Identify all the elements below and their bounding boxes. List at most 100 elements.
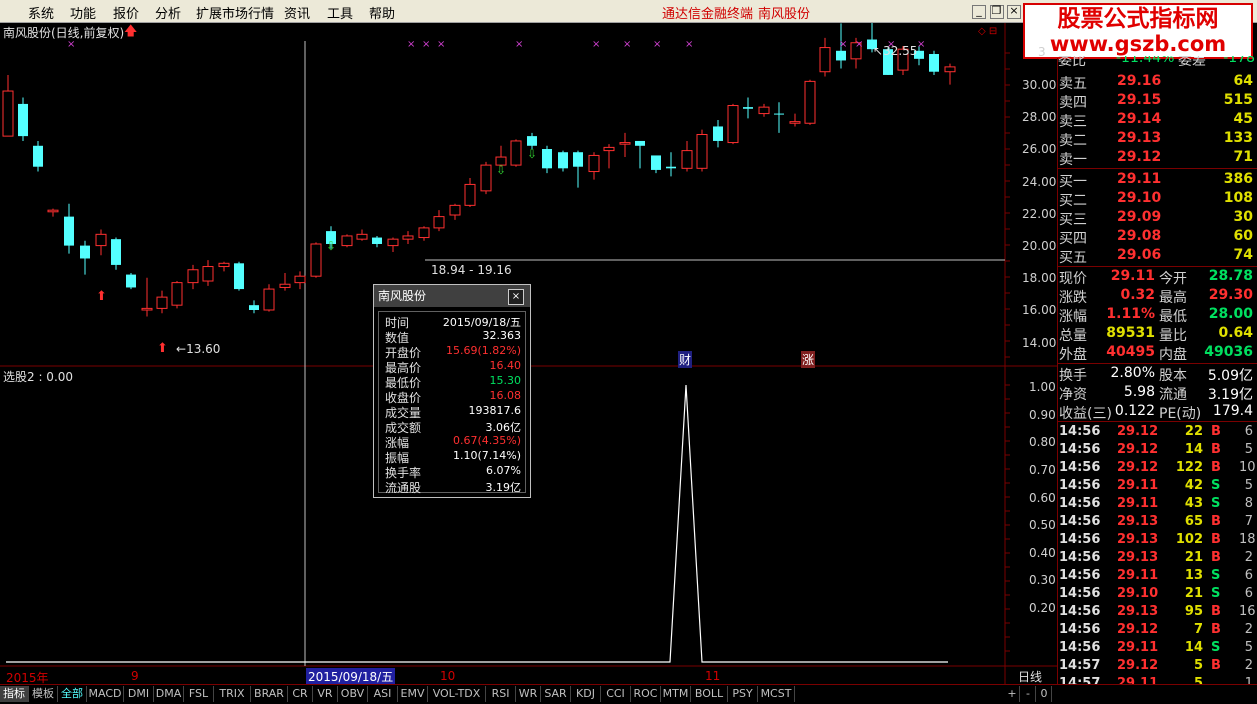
menu-quote[interactable]: 报价: [113, 3, 139, 22]
popup-row: 流通股 3.19亿: [383, 479, 521, 496]
tick-time: 14:56: [1059, 460, 1101, 475]
data-popup[interactable]: 南风股份 × 时间 2015/09/18/五 数值 32.363 开盘价 15.69(1.…: [373, 284, 531, 498]
tab-asi[interactable]: ASI: [368, 686, 398, 702]
low-price-label: ←13.60: [176, 342, 221, 356]
candle: [635, 140, 645, 146]
tick-row: 14:56 29.12 22 B 6: [1059, 424, 1255, 442]
bid-volume: 108: [1223, 190, 1253, 206]
price-tick: 28.00: [1022, 110, 1057, 124]
candle: [619, 142, 631, 145]
price-tick: 22.00: [1022, 207, 1057, 221]
tab-vr[interactable]: VR: [313, 686, 338, 702]
restore-icon[interactable]: ❐: [989, 5, 1004, 19]
signal-x-icon: ×: [437, 39, 445, 50]
popup-value: 3.19亿: [485, 481, 522, 494]
tab-control-0[interactable]: +: [1005, 686, 1020, 702]
tab-kdj[interactable]: KDJ: [571, 686, 601, 702]
tab-emv[interactable]: EMV: [398, 686, 428, 702]
menu-help[interactable]: 帮助: [369, 3, 395, 22]
menu-function[interactable]: 功能: [70, 3, 96, 22]
close-icon[interactable]: ×: [508, 289, 524, 305]
ind-tick: 0.20: [1029, 601, 1056, 615]
tab-macd[interactable]: MACD: [87, 686, 124, 702]
menu-news[interactable]: 资讯: [284, 3, 310, 22]
menu-tools[interactable]: 工具: [327, 3, 353, 22]
candle: [727, 105, 739, 144]
tab-指标[interactable]: 指标: [0, 686, 29, 702]
tab-rsi[interactable]: RSI: [486, 686, 516, 702]
fundamental-row: 换手 2.80% 股本 5.09亿: [1059, 365, 1255, 384]
stat-row: 总量 89531 量比 0.64: [1059, 325, 1255, 344]
tab-wr[interactable]: WR: [516, 686, 541, 702]
stat-row: 现价 29.11 今开 28.78: [1059, 268, 1255, 287]
tab-trix[interactable]: TRIX: [214, 686, 251, 702]
tab-mtm[interactable]: MTM: [661, 686, 691, 702]
marker-zhang[interactable]: 涨: [801, 351, 816, 368]
tab-psy[interactable]: PSY: [728, 686, 758, 702]
tick-time: 14:56: [1059, 442, 1101, 457]
menu-extended-market[interactable]: 扩展市场行情: [196, 3, 274, 22]
ask-label: 卖五: [1059, 76, 1087, 92]
fund-value: 5.98: [1123, 384, 1155, 400]
signal-x-icon: ×: [407, 39, 415, 50]
minimize-icon[interactable]: _: [972, 5, 986, 19]
ask-row[interactable]: 卖一 29.12 71: [1059, 149, 1255, 168]
ask-row[interactable]: 卖二 29.13 133: [1059, 130, 1255, 149]
bid-row[interactable]: 买一 29.11 386: [1059, 171, 1255, 190]
watermark-logo: 股票公式指标网 www.gszb.com: [1023, 3, 1253, 59]
bid-row[interactable]: 买四 29.08 60: [1059, 228, 1255, 247]
stat-value: 29.11: [1110, 268, 1155, 284]
price-tick: 30.00: [1022, 78, 1057, 92]
tab-cci[interactable]: CCI: [601, 686, 631, 702]
candle: [480, 164, 492, 192]
ask-row[interactable]: 卖四 29.15 515: [1059, 92, 1255, 111]
close-icon[interactable]: ×: [1007, 5, 1021, 19]
tab-roc[interactable]: ROC: [631, 686, 661, 702]
tab-vol-tdx[interactable]: VOL-TDX: [428, 686, 486, 702]
date-month-10: 10: [440, 669, 456, 683]
tick-side: B: [1211, 604, 1221, 619]
candle: [774, 113, 784, 115]
stat-value: 40495: [1106, 344, 1155, 360]
tab-fsl[interactable]: FSL: [184, 686, 214, 702]
fundamental-row: 净资 5.98 流通 3.19亿: [1059, 384, 1255, 403]
ask-row[interactable]: 卖五 29.16 64: [1059, 73, 1255, 92]
bid-price: 29.10: [1117, 190, 1162, 206]
tab-control-1[interactable]: -: [1021, 686, 1036, 702]
tick-row: 14:56 29.13 102 B 18: [1059, 532, 1256, 550]
tab-全部[interactable]: 全部: [58, 686, 87, 702]
candle: [558, 152, 568, 169]
tab-obv[interactable]: OBV: [338, 686, 368, 702]
tab-sar[interactable]: SAR: [541, 686, 571, 702]
tab-dma[interactable]: DMA: [154, 686, 184, 702]
tick-price: 29.11: [1117, 496, 1159, 511]
ask-volume: 515: [1223, 92, 1253, 108]
menu-analysis[interactable]: 分析: [155, 3, 181, 22]
tab-cr[interactable]: CR: [288, 686, 313, 702]
candle: [681, 150, 693, 169]
ask-row[interactable]: 卖三 29.14 45: [1059, 111, 1255, 130]
stat-label: 今开: [1159, 271, 1187, 287]
candle: [33, 145, 43, 167]
bid-label: 买四: [1059, 231, 1087, 247]
commission-ratio-row: 委比 -11.44% 委差 -178: [1058, 56, 1255, 68]
bid-row[interactable]: 买五 29.06 74: [1059, 247, 1255, 266]
tick-side: B: [1211, 550, 1221, 565]
candle: [2, 90, 14, 137]
tick-count: 6: [1244, 424, 1253, 439]
tab-mcst[interactable]: MCST: [758, 686, 795, 702]
bid-row[interactable]: 买二 29.10 108: [1059, 190, 1255, 209]
marker-cai[interactable]: 财: [678, 351, 693, 368]
period-label[interactable]: 日线: [1018, 668, 1042, 685]
tick-count: 2: [1244, 622, 1253, 637]
candle: [187, 269, 199, 284]
menu-system[interactable]: 系统: [28, 3, 54, 22]
top-right-marks[interactable]: ◇ ⊟: [978, 26, 997, 37]
tab-模板[interactable]: 模板: [29, 686, 58, 702]
tab-boll[interactable]: BOLL: [691, 686, 728, 702]
tab-control-2[interactable]: 0: [1037, 686, 1052, 702]
tick-side: B: [1211, 460, 1221, 475]
tab-dmi[interactable]: DMI: [124, 686, 154, 702]
tab-brar[interactable]: BRAR: [251, 686, 288, 702]
bid-row[interactable]: 买三 29.09 30: [1059, 209, 1255, 228]
